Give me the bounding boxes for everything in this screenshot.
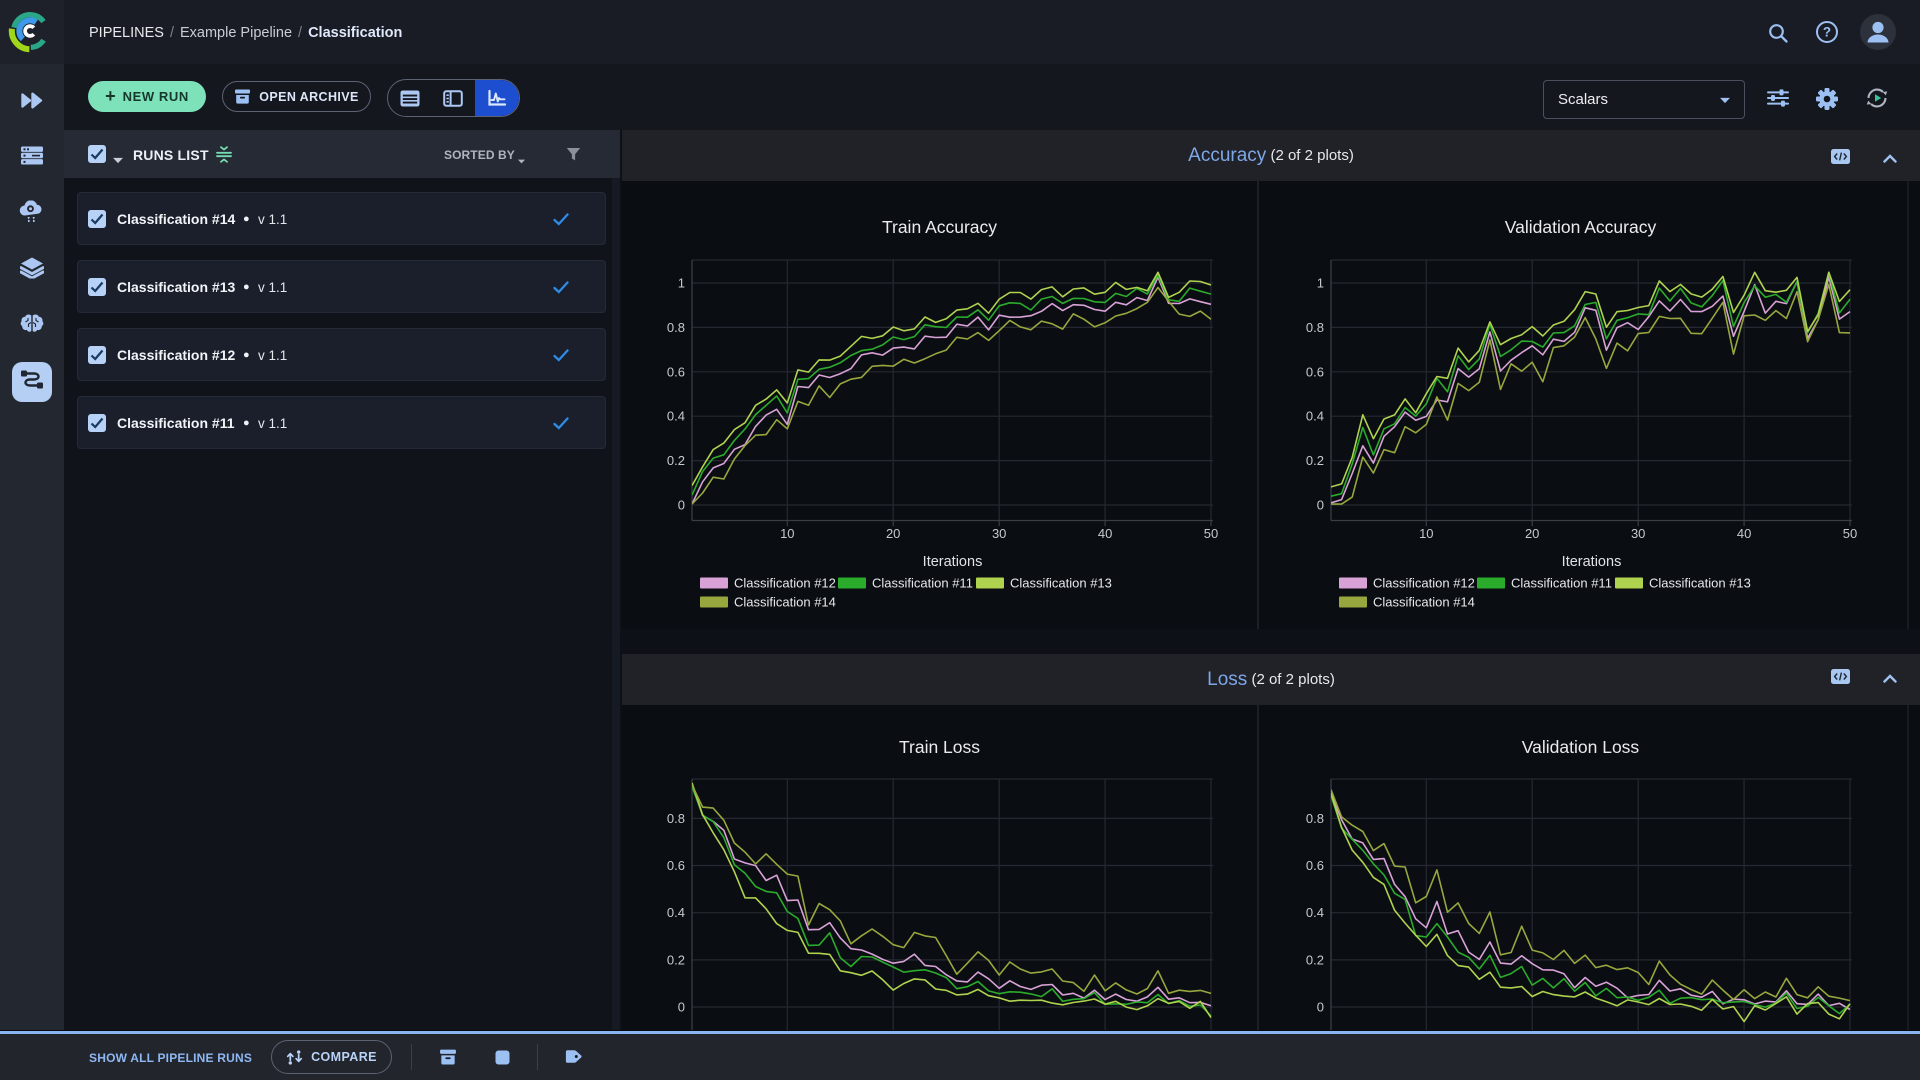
svg-text:Classification #14: Classification #14 [734, 595, 836, 610]
svg-text:0.2: 0.2 [1306, 952, 1324, 967]
svg-text:10: 10 [780, 526, 794, 541]
svg-text:0.4: 0.4 [1306, 409, 1324, 424]
svg-text:0.8: 0.8 [1306, 811, 1324, 826]
svg-text:Classification #13: Classification #13 [1649, 576, 1751, 591]
svg-text:0.8: 0.8 [667, 320, 685, 335]
svg-text:Classification #12: Classification #12 [1373, 576, 1475, 591]
svg-text:1: 1 [1317, 276, 1324, 291]
svg-text:?: ? [1823, 25, 1831, 40]
svg-text:0: 0 [678, 1000, 685, 1015]
svg-text:Classification #13: Classification #13 [1010, 576, 1112, 591]
svg-text:0.2: 0.2 [667, 453, 685, 468]
svg-text:20: 20 [886, 526, 900, 541]
svg-text:40: 40 [1737, 526, 1751, 541]
svg-text:0.8: 0.8 [1306, 320, 1324, 335]
svg-text:40: 40 [1098, 526, 1112, 541]
svg-text:Validation Loss: Validation Loss [1522, 737, 1640, 757]
svg-text:10: 10 [1419, 526, 1433, 541]
svg-text:0: 0 [1317, 1000, 1324, 1015]
svg-text:0: 0 [678, 498, 685, 513]
svg-text:0.4: 0.4 [667, 905, 685, 920]
svg-text:Classification #14: Classification #14 [1373, 595, 1475, 610]
svg-text:1: 1 [678, 276, 685, 291]
svg-text:Iterations: Iterations [923, 554, 983, 570]
svg-text:50: 50 [1843, 526, 1857, 541]
svg-text:Classification #11: Classification #11 [1511, 576, 1612, 591]
svg-text:0.8: 0.8 [667, 811, 685, 826]
svg-text:Iterations: Iterations [1562, 554, 1622, 570]
svg-text:Classification #12: Classification #12 [734, 576, 836, 591]
svg-text:0.6: 0.6 [667, 858, 685, 873]
svg-text:Train Accuracy: Train Accuracy [882, 217, 997, 237]
svg-text:0.6: 0.6 [1306, 364, 1324, 379]
svg-text:0: 0 [1317, 498, 1324, 513]
svg-text:50: 50 [1204, 526, 1218, 541]
svg-text:Train Loss: Train Loss [899, 737, 980, 757]
svg-text:Validation Accuracy: Validation Accuracy [1505, 217, 1657, 237]
svg-text:0.2: 0.2 [667, 952, 685, 967]
svg-text:0.4: 0.4 [667, 409, 685, 424]
svg-text:30: 30 [992, 526, 1006, 541]
svg-text:0.6: 0.6 [1306, 858, 1324, 873]
svg-text:0.4: 0.4 [1306, 905, 1324, 920]
svg-text:0.2: 0.2 [1306, 453, 1324, 468]
svg-text:20: 20 [1525, 526, 1539, 541]
svg-text:30: 30 [1631, 526, 1645, 541]
svg-text:Classification #11: Classification #11 [872, 576, 973, 591]
svg-text:0.6: 0.6 [667, 364, 685, 379]
